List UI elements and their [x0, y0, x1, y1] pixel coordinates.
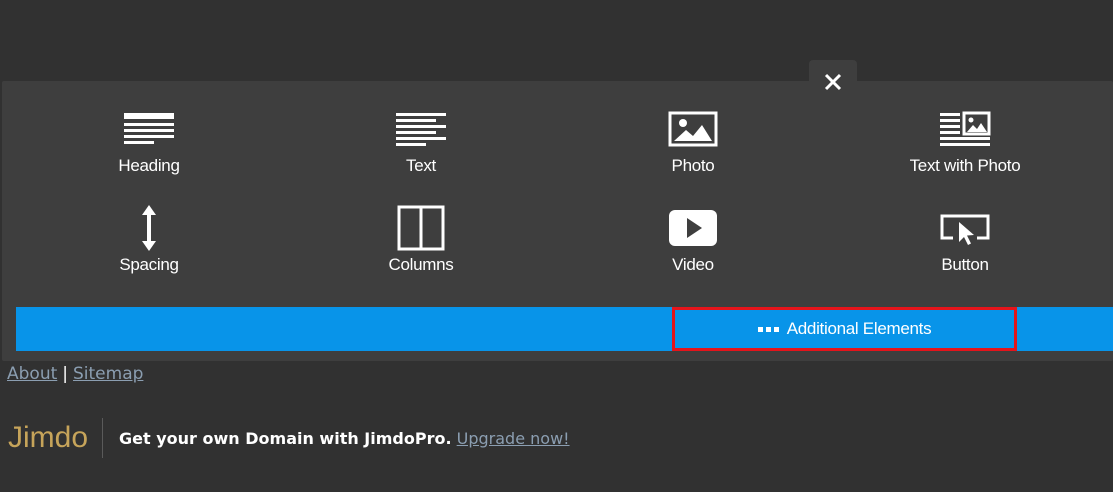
photo-label: Photo [671, 156, 715, 175]
columns-icon [391, 205, 451, 251]
footer-separator: | [62, 364, 68, 384]
upgrade-link[interactable]: Upgrade now! [457, 429, 570, 448]
spacing-element[interactable]: Spacing [59, 205, 239, 297]
promo-message: Get your own Domain with JimdoPro. [119, 428, 452, 448]
text-with-photo-label: Text with Photo [909, 156, 1021, 175]
spacing-label: Spacing [119, 255, 179, 274]
video-icon [663, 207, 723, 249]
columns-label: Columns [388, 255, 454, 274]
photo-element[interactable]: Photo [603, 108, 783, 198]
heading-element[interactable]: Heading [59, 108, 239, 198]
heading-label: Heading [118, 156, 180, 175]
heading-icon [119, 108, 179, 150]
close-button[interactable] [809, 60, 857, 104]
jimdo-promo-bar: Jimdo Get your own Domain with JimdoPro.… [8, 418, 570, 458]
footer-links: About | Sitemap [7, 364, 143, 384]
text-element[interactable]: Text [331, 108, 511, 198]
text-with-photo-element[interactable]: Text with Photo [875, 108, 1055, 198]
jimdo-logo[interactable]: Jimdo [8, 418, 104, 458]
photo-icon [663, 108, 723, 150]
sitemap-link[interactable]: Sitemap [73, 364, 143, 384]
jimdo-logo-text: Jimdo [8, 421, 89, 454]
button-label: Button [941, 255, 989, 274]
columns-element[interactable]: Columns [331, 205, 511, 297]
text-icon [391, 108, 451, 150]
spacing-icon [119, 205, 179, 251]
button-icon [935, 207, 995, 249]
close-icon [823, 72, 843, 92]
more-dots-icon [757, 326, 779, 332]
button-element[interactable]: Button [875, 207, 1055, 297]
text-with-photo-icon [935, 108, 995, 150]
about-link[interactable]: About [7, 364, 57, 384]
promo-text: Get your own Domain with JimdoPro. Upgra… [119, 429, 570, 448]
video-element[interactable]: Video [603, 207, 783, 297]
additional-elements-button[interactable]: Additional Elements [672, 307, 1017, 351]
additional-elements-label: Additional Elements [786, 319, 932, 338]
text-label: Text [406, 156, 436, 175]
video-label: Video [672, 255, 714, 274]
